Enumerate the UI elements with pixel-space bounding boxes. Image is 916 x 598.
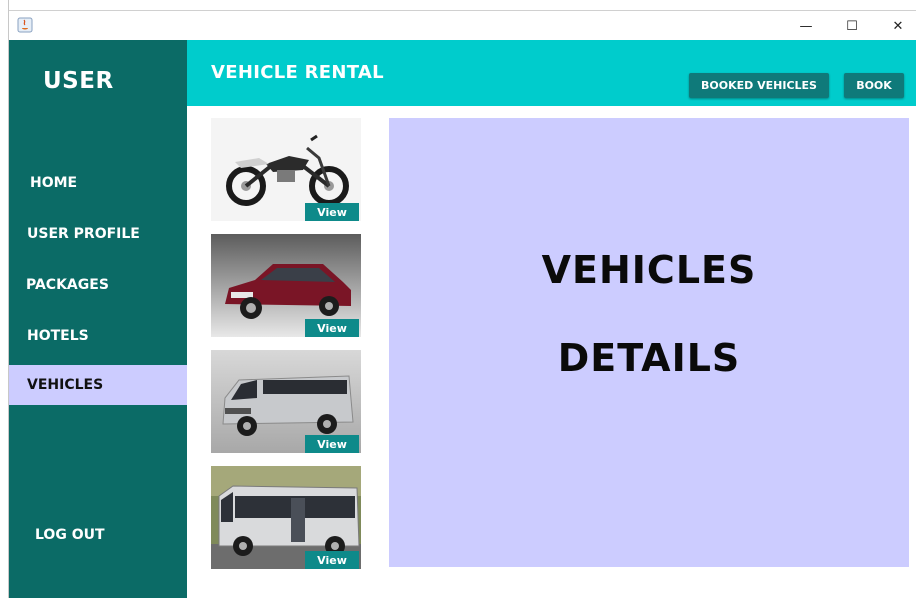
app-window: — ☐ ✕ USER HOME USER PROFILE PACKAGES HO… bbox=[8, 0, 916, 598]
sidebar: USER HOME USER PROFILE PACKAGES HOTELS V… bbox=[9, 40, 187, 598]
view-motorcycle-button[interactable]: View bbox=[305, 203, 359, 221]
sidebar-item-packages[interactable]: PACKAGES bbox=[9, 265, 187, 305]
close-button[interactable]: ✕ bbox=[875, 11, 916, 41]
booked-vehicles-button[interactable]: BOOKED VEHICLES bbox=[689, 73, 829, 98]
book-button[interactable]: BOOK bbox=[844, 73, 904, 98]
vehicle-card-bus: View bbox=[211, 466, 361, 569]
header-bar: VEHICLE RENTAL BOOKED VEHICLES BOOK bbox=[187, 40, 916, 106]
view-van-button[interactable]: View bbox=[305, 435, 359, 453]
sidebar-title: USER bbox=[43, 68, 114, 94]
java-app-icon bbox=[17, 17, 33, 33]
sidebar-item-hotels[interactable]: HOTELS bbox=[9, 316, 187, 356]
close-icon: ✕ bbox=[892, 18, 904, 34]
details-heading-line1: VEHICLES bbox=[541, 248, 757, 292]
maximize-icon: ☐ bbox=[846, 18, 858, 34]
vehicle-card-van: View bbox=[211, 350, 361, 453]
view-car-button[interactable]: View bbox=[305, 319, 359, 337]
details-heading-line2: DETAILS bbox=[557, 336, 741, 380]
title-bar: — ☐ ✕ bbox=[9, 10, 916, 41]
view-bus-button[interactable]: View bbox=[305, 551, 359, 569]
maximize-button[interactable]: ☐ bbox=[829, 11, 875, 41]
vehicle-card-motorcycle: View bbox=[211, 118, 361, 221]
vehicle-details-panel: VEHICLES DETAILS bbox=[389, 118, 909, 567]
sidebar-item-user-profile[interactable]: USER PROFILE bbox=[9, 214, 187, 254]
sidebar-item-vehicles[interactable]: VEHICLES bbox=[9, 365, 187, 405]
vehicle-card-car: View bbox=[211, 234, 361, 337]
logout-button[interactable]: LOG OUT bbox=[9, 515, 187, 555]
page-title: VEHICLE RENTAL bbox=[211, 62, 384, 83]
minimize-button[interactable]: — bbox=[783, 11, 829, 41]
sidebar-item-home[interactable]: HOME bbox=[9, 163, 187, 203]
minimize-icon: — bbox=[799, 18, 813, 34]
